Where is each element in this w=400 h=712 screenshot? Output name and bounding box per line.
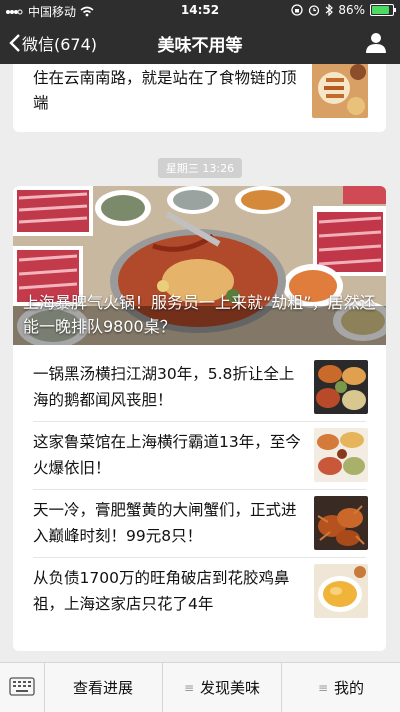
page-title: 美味不用等 bbox=[157, 36, 243, 56]
tab-view-progress[interactable]: 查看进展 bbox=[44, 663, 163, 712]
tab-label: 发现美味 bbox=[200, 679, 261, 697]
article-card[interactable]: 住在云南南路，就是站在了食物链的顶端 bbox=[13, 64, 386, 132]
article-thumbnail bbox=[314, 496, 368, 550]
bottom-menu-bar: 查看进展 ≡ 发现美味 ≡ 我的 bbox=[0, 662, 400, 712]
status-bar: 中国移动 14:52 86% bbox=[0, 0, 400, 20]
article-group-card[interactable]: 上海暴脾气火锅！服务员一上来就“劫粗”，居然还能一晚排队9800桌？ 一锅黑汤横… bbox=[13, 186, 386, 651]
tab-mine[interactable]: ≡ 我的 bbox=[282, 663, 400, 712]
article-thumbnail bbox=[314, 564, 368, 618]
article-title: 一锅黑汤横扫江湖30年，5.8折让全上海的鹅都闻风丧胆！ bbox=[33, 365, 295, 409]
list-item[interactable]: 从负债1700万的旺角破店到花胶鸡鼻祖，上海这家店只花了4年 bbox=[13, 558, 386, 626]
article-thumbnail bbox=[314, 428, 368, 482]
hero-title: 上海暴脾气火锅！服务员一上来就“劫粗”，居然还能一晚排队9800桌？ bbox=[23, 293, 376, 336]
alarm-icon bbox=[309, 5, 320, 16]
nav-bar: 微信(674) 美味不用等 bbox=[0, 20, 400, 64]
article-title: 这家鲁菜馆在上海横行霸道13年，至今火爆依旧！ bbox=[33, 433, 301, 477]
article-title: 住在云南南路，就是站在了食物链的顶端 bbox=[33, 69, 297, 112]
article-title: 天一冷，膏肥蟹黄的大闸蟹们，正式进入巅峰时刻！99元8只！ bbox=[33, 501, 297, 545]
list-item[interactable]: 这家鲁菜馆在上海横行霸道13年，至今火爆依旧！ bbox=[13, 422, 386, 490]
battery-percent: 86% bbox=[338, 3, 365, 17]
list-item[interactable]: 一锅黑汤横扫江湖30年，5.8折让全上海的鹅都闻风丧胆！ bbox=[13, 354, 386, 422]
article-title: 从负债1700万的旺角破店到花胶鸡鼻祖，上海这家店只花了4年 bbox=[33, 569, 290, 613]
menu-icon: ≡ bbox=[317, 680, 329, 695]
keyboard-icon bbox=[9, 677, 35, 696]
keyboard-toggle-button[interactable] bbox=[0, 663, 45, 712]
list-item[interactable]: 天一冷，膏肥蟹黄的大闸蟹们，正式进入巅峰时刻！99元8只！ bbox=[13, 490, 386, 558]
person-icon[interactable] bbox=[364, 30, 388, 54]
article-thumbnail bbox=[314, 360, 368, 414]
timestamp-badge: 星期三 13:26 bbox=[157, 158, 243, 178]
tab-discover-food[interactable]: ≡ 发现美味 bbox=[163, 663, 282, 712]
battery-icon bbox=[370, 4, 396, 16]
menu-icon: ≡ bbox=[183, 680, 195, 695]
lock-rotation-icon bbox=[291, 4, 303, 16]
hero-article[interactable]: 上海暴脾气火锅！服务员一上来就“劫粗”，居然还能一晚排队9800桌？ bbox=[13, 186, 386, 345]
tab-label: 我的 bbox=[334, 679, 365, 697]
article-thumbnail bbox=[312, 64, 368, 118]
tab-label: 查看进展 bbox=[72, 679, 133, 697]
bluetooth-icon bbox=[325, 4, 334, 16]
message-list[interactable]: 住在云南南路，就是站在了食物链的顶端 星期三 13:26 上海暴脾气火锅！服务员… bbox=[0, 64, 400, 662]
